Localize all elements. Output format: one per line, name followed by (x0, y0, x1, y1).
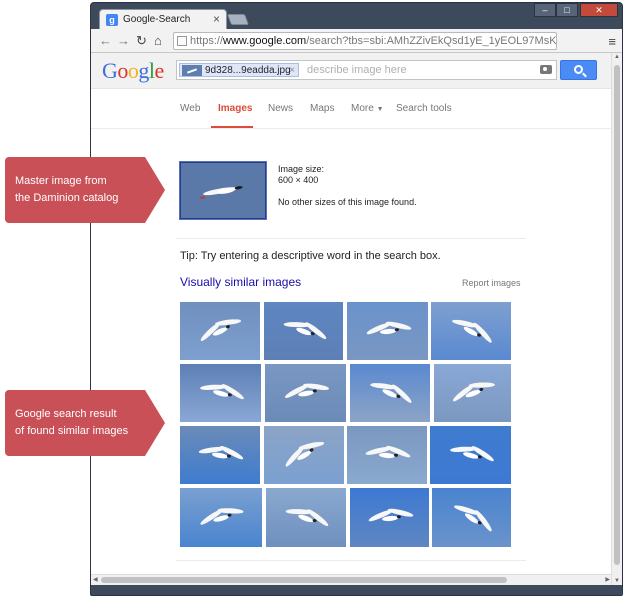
similar-image-thumbnail[interactable] (180, 302, 260, 360)
forward-arrow-icon[interactable]: → (117, 33, 130, 49)
hamburger-menu-icon[interactable]: ≡ (608, 34, 616, 49)
similar-image-thumbnail[interactable] (347, 302, 428, 360)
url-host: www.google.com (223, 35, 307, 47)
home-icon[interactable]: ⌂ (154, 33, 162, 49)
annotation-line: the Daminion catalog (15, 192, 119, 204)
close-window-button[interactable]: ✕ (580, 3, 618, 17)
similar-image-thumbnail[interactable] (432, 488, 511, 547)
similar-images-grid (91, 53, 612, 585)
scroll-left-icon[interactable]: ◀ (93, 575, 98, 585)
similar-image-thumbnail[interactable] (264, 302, 343, 360)
scroll-right-icon[interactable]: ▶ (605, 575, 610, 585)
similar-image-thumbnail[interactable] (180, 426, 260, 484)
address-bar[interactable]: https://www.google.com/search?tbs=sbi:AM… (173, 32, 557, 50)
annotation-line: of found similar images (15, 425, 129, 437)
similar-image-thumbnail[interactable] (264, 426, 344, 484)
minimize-window-button[interactable]: – (534, 3, 556, 17)
page-viewport: Google 9d328...9eadda.jpg × describe ima… (91, 53, 612, 585)
similar-image-thumbnail[interactable] (350, 364, 430, 422)
annotation-master-image: Master image from the Daminion catalog (5, 157, 165, 223)
similar-image-thumbnail[interactable] (347, 426, 427, 484)
scroll-down-icon[interactable]: ▼ (612, 578, 622, 584)
similar-image-thumbnail[interactable] (434, 364, 511, 422)
page-icon (177, 36, 187, 46)
callout-arrow (145, 157, 165, 223)
reload-icon[interactable]: ↻ (136, 33, 147, 49)
annotation-line: Google search result (15, 408, 117, 420)
annotation-line: Master image from (15, 175, 107, 187)
similar-image-thumbnail[interactable] (265, 364, 346, 422)
tab-title: Google-Search (123, 14, 191, 25)
maximize-window-button[interactable]: □ (556, 3, 578, 17)
horizontal-scroll-thumb[interactable] (101, 577, 507, 583)
browser-tab[interactable]: g Google-Search × (99, 9, 227, 29)
tab-strip: g Google-Search × – □ ✕ (91, 3, 622, 29)
back-arrow-icon[interactable]: ← (99, 33, 112, 49)
similar-image-thumbnail[interactable] (431, 302, 511, 360)
google-favicon-icon: g (106, 14, 118, 26)
browser-window: g Google-Search × – □ ✕ ← → ↻ ⌂ https://… (90, 2, 623, 596)
similar-image-thumbnail[interactable] (180, 364, 261, 422)
url-path: /search?tbs=sbi:AMhZZivEkQsd1yE_1yEOL97M… (306, 35, 557, 47)
similar-image-thumbnail[interactable] (266, 488, 346, 547)
vertical-scroll-thumb[interactable] (614, 65, 620, 565)
new-tab-button[interactable] (226, 14, 250, 25)
vertical-scrollbar[interactable]: ▲ ▼ (611, 53, 622, 585)
similar-image-thumbnail[interactable] (180, 488, 262, 547)
screenshot-stage: g Google-Search × – □ ✕ ← → ↻ ⌂ https://… (0, 0, 625, 598)
browser-toolbar: ← → ↻ ⌂ https://www.google.com/search?tb… (91, 29, 622, 53)
divider (176, 560, 526, 561)
close-tab-icon[interactable]: × (213, 12, 220, 26)
scroll-up-icon[interactable]: ▲ (612, 54, 622, 60)
similar-image-thumbnail[interactable] (350, 488, 429, 547)
horizontal-scrollbar[interactable]: ◀ ▶ (91, 574, 612, 585)
similar-image-thumbnail[interactable] (430, 426, 511, 484)
callout-arrow (145, 390, 165, 456)
url-scheme: https:// (190, 35, 224, 47)
annotation-similar-results: Google search result of found similar im… (5, 390, 165, 456)
